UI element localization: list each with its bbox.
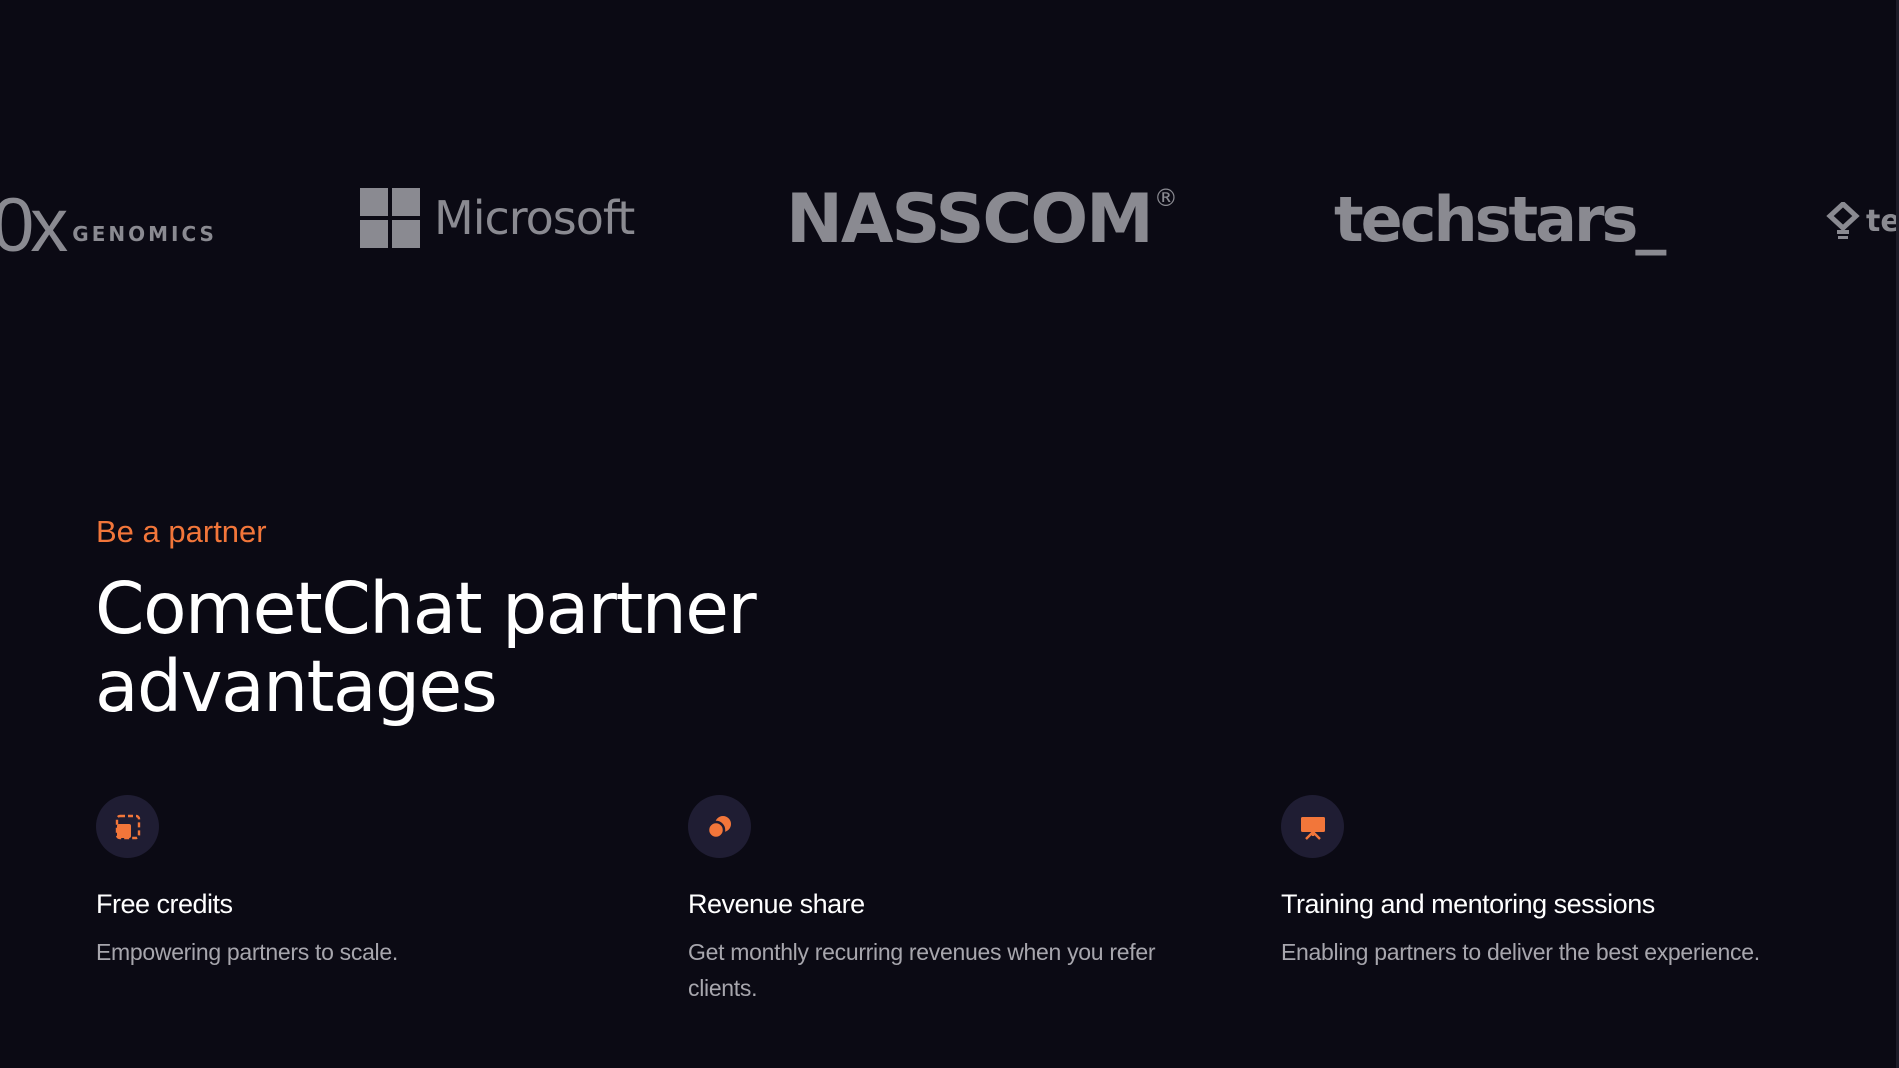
logo-10x-word: GENOMICS: [72, 222, 217, 246]
section-title-line1: CometChat partner: [95, 567, 757, 650]
section-title-line2: advantages: [95, 645, 498, 728]
feature-description: Enabling partners to deliver the best ex…: [1281, 939, 1760, 965]
partner-logos-carousel: 0x GENOMICS Microsoft NASSCOM ® techstar…: [0, 150, 1899, 290]
logo-techstars-word: techstars_: [1334, 183, 1666, 256]
section-title: CometChat partner advantages: [95, 570, 895, 726]
registered-mark: ®: [1153, 184, 1178, 212]
logo-10x-mark: 0x: [0, 183, 68, 268]
microsoft-grid-icon: [360, 188, 420, 248]
logo-microsoft: Microsoft: [360, 186, 635, 250]
credits-icon: [96, 795, 159, 858]
advantages-list: Free credits Empowering partners to scal…: [0, 795, 1899, 1015]
logo-microsoft-word: Microsoft: [434, 191, 635, 245]
page: 0x GENOMICS Microsoft NASSCOM ® techstar…: [0, 0, 1899, 1068]
section-eyebrow: Be a partner: [96, 514, 267, 549]
feature-free-credits: Free credits Empowering partners to scal…: [96, 795, 636, 970]
bulb-logo-icon: [1826, 202, 1860, 239]
feature-title: Free credits: [96, 889, 233, 919]
feature-title: Training and mentoring sessions: [1281, 889, 1655, 919]
logo-nasscom: NASSCOM ®: [786, 180, 1178, 260]
revenue-share-icon: [688, 795, 751, 858]
feature-description: Empowering partners to scale.: [96, 939, 398, 965]
logo-10x-genomics: 0x GENOMICS: [0, 186, 217, 266]
logo-partial-word: te: [1866, 203, 1899, 239]
presentation-board-icon: [1281, 795, 1344, 858]
feature-training: Training and mentoring sessions Enabling…: [1281, 795, 1821, 970]
logo-partial: te: [1826, 196, 1899, 246]
feature-description: Get monthly recurring revenues when you …: [688, 939, 1156, 1001]
logo-nasscom-word: NASSCOM: [786, 180, 1154, 259]
feature-title: Revenue share: [688, 889, 865, 919]
logo-techstars: techstars_: [1334, 180, 1666, 260]
feature-revenue-share: Revenue share Get monthly recurring reve…: [688, 795, 1228, 1006]
